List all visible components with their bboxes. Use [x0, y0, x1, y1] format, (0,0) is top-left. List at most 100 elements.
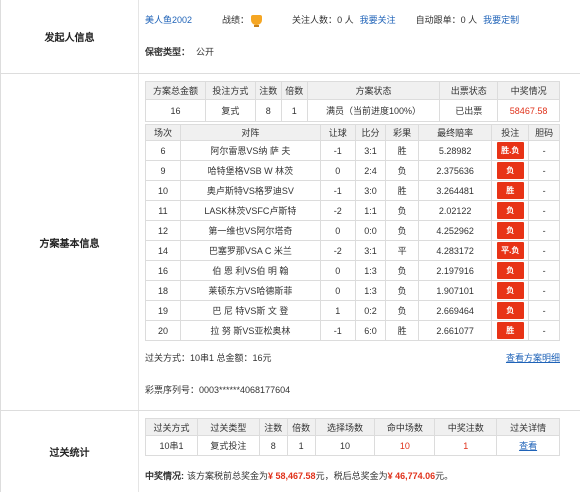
match-banker: -	[528, 260, 560, 281]
followers-value: 0 人	[337, 15, 354, 25]
match-handicap: -1	[319, 140, 356, 161]
match-no: 14	[145, 240, 181, 261]
stats-header: 过关类型	[196, 418, 260, 436]
match-score: 1:3	[354, 280, 387, 301]
match-teams: 奥卢斯特VS格罗迪SV	[179, 180, 321, 201]
stats-header: 命中场数	[374, 418, 436, 436]
summary-header: 倍数	[280, 81, 308, 100]
match-header: 让球	[319, 124, 356, 141]
auto-follow-label: 自动跟单：	[415, 15, 461, 25]
match-row: 18 莱顿东方VS哈德斯菲 0 1:3 负 1.907101 负 -	[145, 280, 560, 301]
plan-multiple: 1	[280, 99, 308, 122]
stats-pass: 10串1	[145, 435, 198, 456]
match-bet-cell: 负	[491, 160, 530, 181]
match-handicap: 0	[319, 280, 356, 301]
match-table: 场次 对阵 让球 比分 彩果 最终赔率 投注 胆码 6 阿尔雷恩VS纳 萨 夫 -1…	[145, 124, 560, 341]
stats-multiple: 1	[286, 435, 316, 456]
match-handicap: 0	[319, 260, 356, 281]
win-pre-tax: ¥ 58,467.58	[268, 470, 316, 481]
match-score: 3:0	[354, 180, 387, 201]
match-score: 0:0	[354, 220, 387, 241]
match-banker: -	[528, 280, 560, 301]
custom-follow-link[interactable]: 我要定制	[483, 13, 519, 26]
bet-badge: 胜.负	[496, 142, 524, 159]
ticket-status: 已出票	[439, 99, 499, 122]
match-odds: 3.264481	[418, 180, 493, 201]
match-score: 0:2	[354, 300, 387, 321]
match-odds: 2.375636	[418, 160, 493, 181]
win-post-tax: ¥ 46,774.06	[387, 470, 436, 481]
stats-detail-link[interactable]: 查看	[519, 441, 537, 451]
match-handicap: 0	[319, 220, 356, 241]
summary-header: 中奖情况	[497, 81, 560, 100]
privacy-value: 公开	[196, 47, 215, 57]
win-label: 中奖情况:	[145, 471, 184, 481]
follow-link[interactable]: 我要关注	[360, 13, 396, 26]
auto-follow-value: 0 人	[460, 15, 478, 25]
match-row: 20 拉 努 斯VS亚松奥林 -1 6:0 胜 2.661077 胜 -	[145, 320, 560, 341]
match-banker: -	[528, 200, 560, 221]
initiator-username[interactable]: 美人鱼2002	[145, 13, 192, 26]
match-header: 场次	[145, 124, 181, 141]
plan-method: 复式	[204, 99, 256, 122]
match-no: 20	[145, 320, 181, 341]
summary-header: 方案状态	[306, 81, 441, 100]
match-no: 16	[145, 260, 181, 281]
match-bet-cell: 负	[491, 220, 530, 241]
initiator-label: 发起人信息	[1, 0, 139, 73]
match-banker: -	[528, 220, 560, 241]
match-no: 12	[145, 220, 181, 241]
bet-badge: 负	[496, 282, 524, 299]
stats-header: 过关方式	[145, 418, 198, 436]
view-detail-link[interactable]: 查看方案明细	[506, 351, 560, 364]
plan-bets: 8	[254, 99, 282, 122]
match-odds: 2.661077	[418, 320, 493, 341]
bet-badge: 负	[496, 302, 524, 319]
plan-section: 方案基本信息 方案总金额 投注方式 注数 倍数 方案状态 出票状态 中奖情况 1…	[1, 74, 580, 411]
stats-wins: 1	[434, 435, 498, 456]
match-odds: 5.28982	[418, 140, 493, 161]
plan-summary-table: 方案总金额 投注方式 注数 倍数 方案状态 出票状态 中奖情况 16 复式 8 …	[145, 81, 560, 122]
match-no: 18	[145, 280, 181, 301]
match-odds: 2.197916	[418, 260, 493, 281]
plan-detail-page: 发起人信息 美人鱼2002 战绩： 关注人数： 0 人 我要关注 自动跟单： 0…	[0, 0, 580, 492]
initiator-section: 发起人信息 美人鱼2002 战绩： 关注人数： 0 人 我要关注 自动跟单： 0…	[1, 0, 580, 74]
match-teams: 巴塞罗那VSA C 米兰	[179, 240, 321, 261]
followers-label: 关注人数：	[292, 15, 338, 25]
prize-amount: 58467.58	[497, 99, 560, 122]
bet-badge: 平.负	[496, 242, 524, 259]
match-bet-cell: 胜.负	[491, 140, 530, 161]
pass-method-summary: 过关方式：10串1 总金额：16元	[145, 353, 272, 363]
stats-header: 倍数	[286, 418, 316, 436]
match-no: 19	[145, 300, 181, 321]
plan-status: 满员（当前进度100%）	[306, 99, 441, 122]
match-result: 平	[385, 240, 420, 261]
match-teams: 巴 尼 特VS斯 文 登	[179, 300, 321, 321]
bet-badge: 负	[496, 222, 524, 239]
match-row: 6 阿尔雷恩VS纳 萨 夫 -1 3:1 胜 5.28982 胜.负 -	[145, 140, 560, 161]
match-row: 14 巴塞罗那VSA C 米兰 -2 3:1 平 4.283172 平.负 -	[145, 240, 560, 261]
match-teams: LASK林茨VSFC卢斯特	[179, 200, 321, 221]
match-result: 负	[385, 300, 420, 321]
match-row: 19 巴 尼 特VS斯 文 登 1 0:2 负 2.669464 负 -	[145, 300, 560, 321]
match-no: 11	[145, 200, 181, 221]
match-odds: 1.907101	[418, 280, 493, 301]
match-result: 负	[385, 220, 420, 241]
match-teams: 拉 努 斯VS亚松奥林	[179, 320, 321, 341]
summary-header: 投注方式	[204, 81, 256, 100]
match-result: 胜	[385, 140, 420, 161]
match-score: 3:1	[354, 240, 387, 261]
bet-badge: 负	[496, 162, 524, 179]
bet-badge: 胜	[496, 322, 524, 339]
win-text: 元。	[435, 471, 454, 481]
stats-header: 选择场数	[314, 418, 376, 436]
match-odds: 4.252962	[418, 220, 493, 241]
match-header: 彩果	[385, 124, 420, 141]
summary-header: 方案总金额	[145, 81, 206, 100]
plan-amount: 16	[145, 99, 206, 122]
stats-type: 复式投注	[196, 435, 260, 456]
match-bet-cell: 负	[491, 280, 530, 301]
match-result: 负	[385, 260, 420, 281]
match-result: 负	[385, 280, 420, 301]
match-score: 2:4	[354, 160, 387, 181]
